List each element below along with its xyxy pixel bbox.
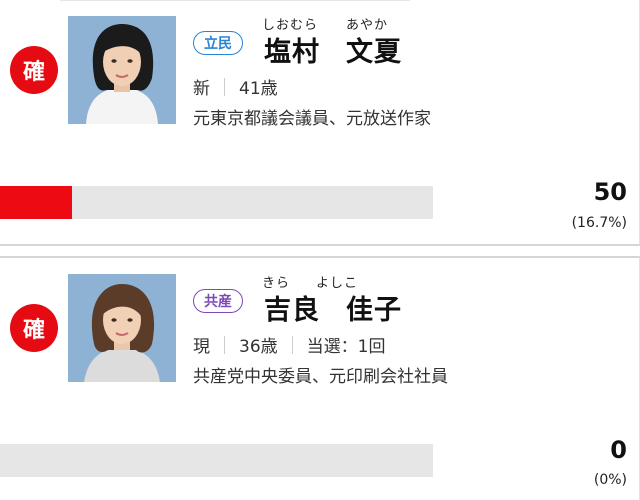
vote-count: 0 bbox=[610, 436, 627, 464]
vote-bar-fill bbox=[0, 186, 73, 219]
separator bbox=[224, 77, 225, 96]
name-given: 佳子 bbox=[346, 295, 402, 326]
candidate-photo bbox=[68, 274, 176, 382]
vote-bar bbox=[0, 186, 433, 219]
elected-badge: 確 bbox=[10, 304, 58, 352]
candidate-photo bbox=[68, 16, 176, 124]
separator bbox=[291, 335, 293, 354]
candidate-meta: 新 41歳 bbox=[193, 74, 278, 99]
age-text: 36歳 bbox=[239, 337, 278, 357]
candidate-card[interactable]: 確 共産 きら よしこ 吉良 佳子 現 36歳 当選：1回 共産党中央委員、元印… bbox=[0, 256, 640, 500]
career-text: 元東京都議会議員、元放送作家 bbox=[193, 109, 431, 129]
name-given: 文夏 bbox=[346, 37, 402, 68]
vote-percent: (0%) bbox=[593, 472, 627, 488]
vote-bar bbox=[0, 444, 433, 477]
divider bbox=[60, 0, 410, 1]
name-family: 塩村 bbox=[264, 37, 320, 68]
elected-badge: 確 bbox=[10, 46, 58, 94]
candidate-card[interactable]: 確 立民 しおむら あやか 塩村 文夏 新 41歳 元東京都議会議員、元放送作家… bbox=[0, 0, 640, 246]
candidate-meta: 現 36歳 当選：1回 bbox=[193, 332, 385, 357]
name-family: 吉良 bbox=[264, 295, 320, 326]
vote-percent: (16.7%) bbox=[571, 215, 627, 231]
separator bbox=[224, 335, 225, 354]
career-text: 共産党中央委員、元印刷会社社員 bbox=[193, 367, 448, 387]
vote-count: 50 bbox=[593, 178, 627, 206]
age-text: 41歳 bbox=[239, 79, 278, 99]
times-elected-text: 当選：1回 bbox=[306, 337, 386, 357]
party-label: 立民 bbox=[193, 31, 243, 55]
status-text: 現 bbox=[193, 337, 210, 357]
party-label: 共産 bbox=[193, 289, 243, 313]
status-text: 新 bbox=[193, 79, 210, 99]
